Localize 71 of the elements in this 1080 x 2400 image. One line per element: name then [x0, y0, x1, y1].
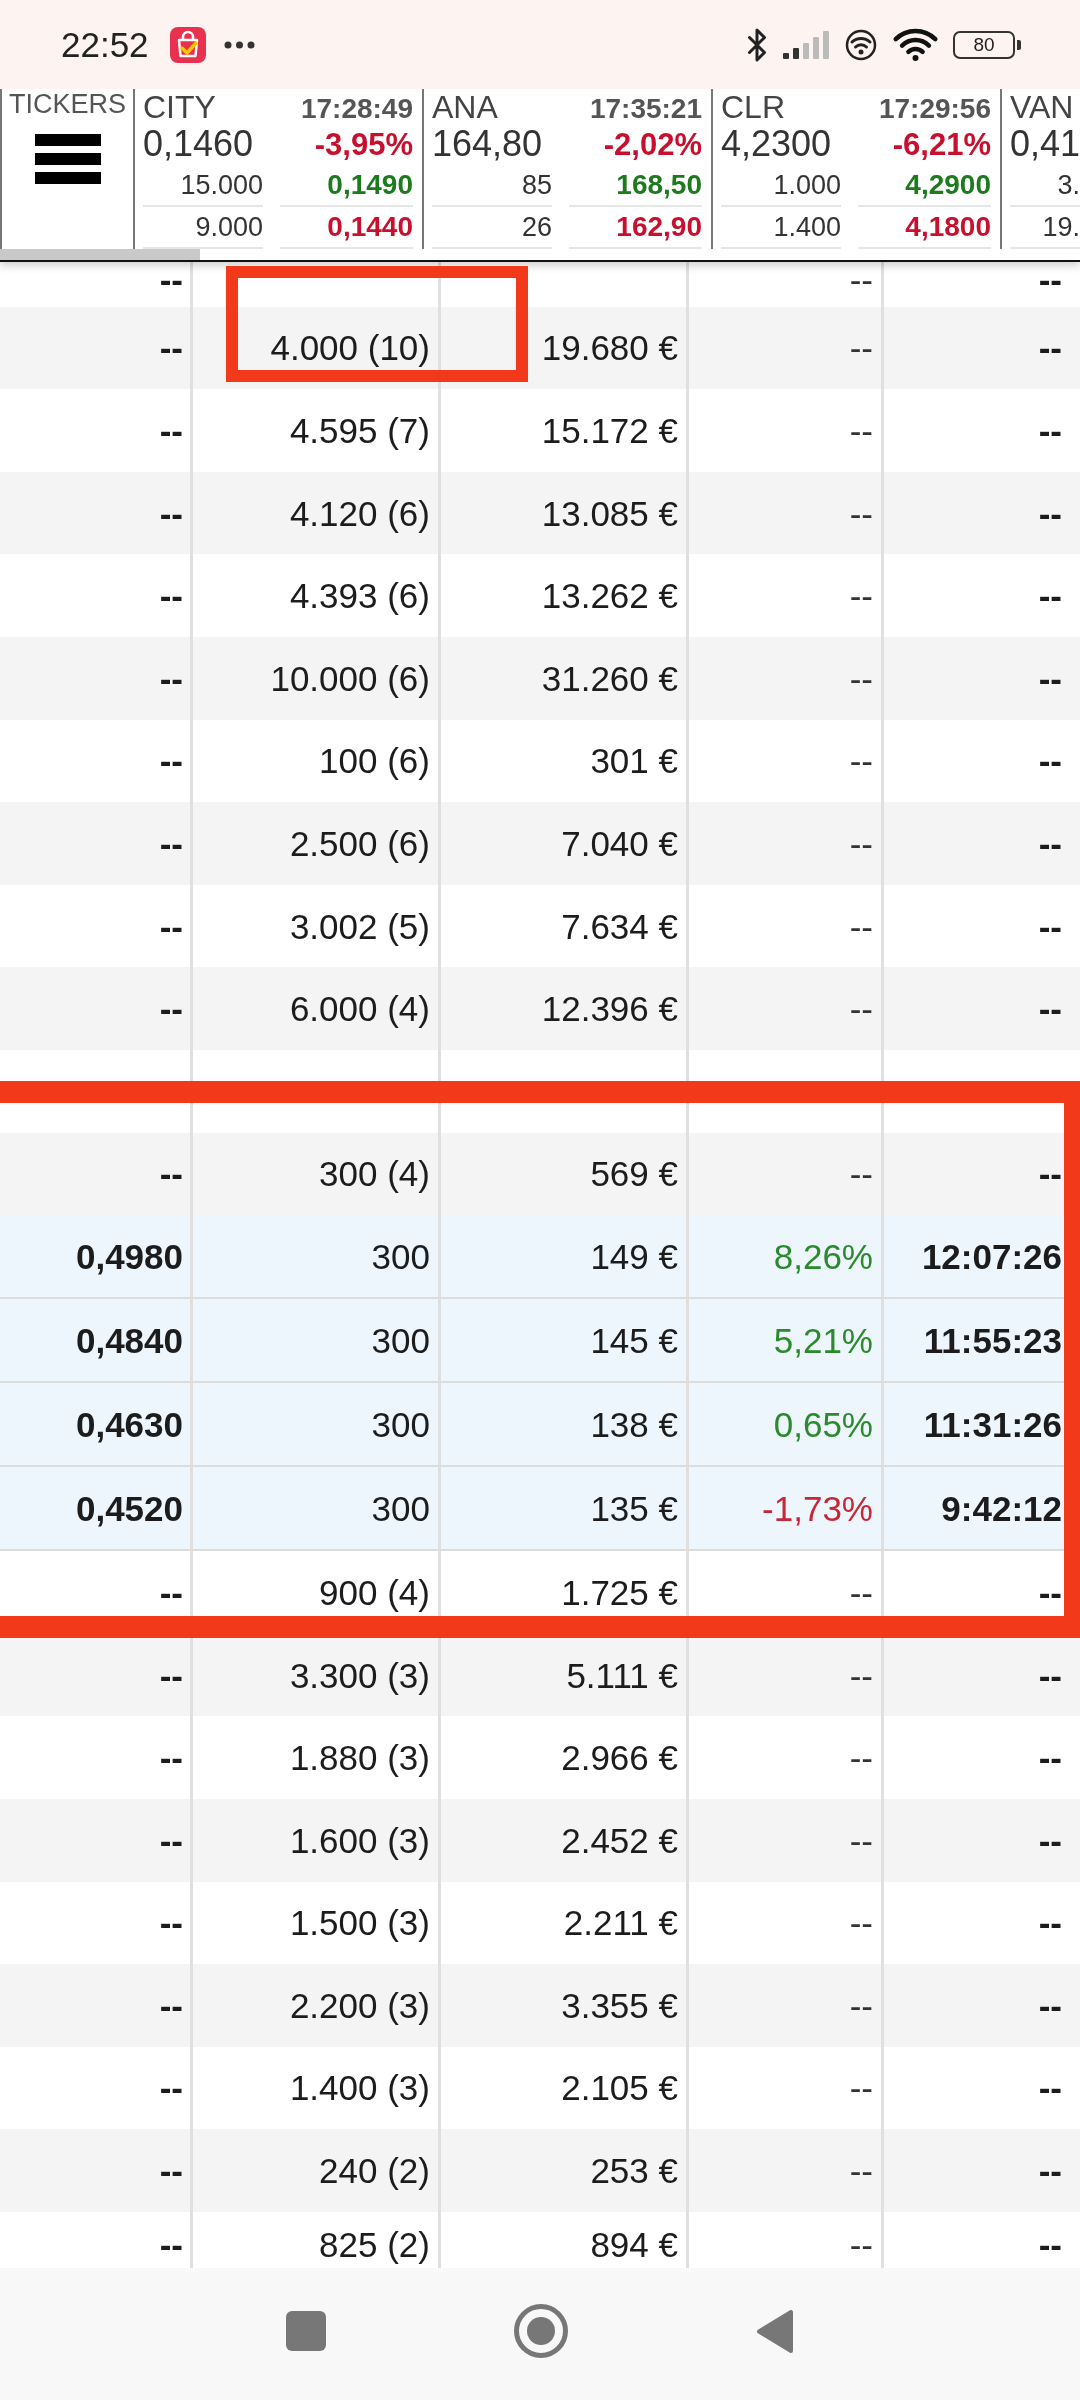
table-cell-text: --: [1037, 1571, 1063, 1614]
table-cell-text: --: [1037, 1902, 1063, 1945]
ask-size: 19.: [1010, 207, 1080, 249]
ticker-price: 164,80: [432, 126, 543, 162]
bid-size: 1.000: [721, 165, 841, 207]
table-cell-text: --: [1037, 1654, 1063, 1697]
ask-size: 1.400: [721, 207, 841, 249]
ask-price: 162,90: [569, 207, 702, 249]
ticker-price: 4,2300: [721, 126, 832, 162]
ask-price: 4,1800: [858, 207, 991, 249]
ticker-change: -2,02%: [603, 128, 702, 160]
table-cell-text: --: [1037, 740, 1063, 783]
bid-size: 85: [432, 165, 552, 207]
table-cell-text: --: [1037, 1819, 1063, 1862]
table-cell-text: 11:31:26: [922, 1403, 1063, 1446]
table-cell-text: --: [1037, 492, 1063, 535]
ticker-symbol: CITY: [143, 91, 216, 123]
table-cell-text: --: [1037, 822, 1063, 865]
table-cell-text: 9:42:12: [940, 1487, 1063, 1530]
table-cell-text: --: [1037, 2223, 1063, 2266]
ticker-card[interactable]: ANA 17:35:21 164,80 -2,02% 85 168,50 26 162,90: [422, 89, 711, 249]
circle-icon[interactable]: [514, 2304, 568, 2358]
ticker-symbol: VAN: [1010, 91, 1074, 123]
table-cell-text: --: [1037, 327, 1063, 370]
table-cell-text: --: [1037, 575, 1063, 618]
menu-icon[interactable]: [34, 134, 101, 184]
ticker-card[interactable]: CLR 17:29:56 4,2300 -6,21% 1.000 4,2900 1.400 4,1800: [711, 89, 1000, 249]
bid-price: 168,50: [569, 165, 702, 207]
ticker-change: -6,21%: [892, 128, 991, 160]
table-cell: --: [689, 1551, 884, 1634]
ticker-card[interactable]: CITY 17:28:49 0,1460 -3,95% 15.000 0,1490 9.000 0,1440: [133, 89, 422, 249]
table-cell-text: --: [1037, 657, 1063, 700]
back-icon[interactable]: [756, 2308, 794, 2354]
table-cell-text: --: [1037, 1153, 1063, 1196]
bid-size: 15.000: [143, 165, 263, 207]
table-cell-text: 12:07:26: [920, 1235, 1063, 1278]
table-cell: 900 (4): [193, 1551, 441, 1634]
ask-size: 26: [432, 207, 552, 249]
table-cell-text: --: [1037, 1984, 1063, 2027]
more-dots-icon: [223, 40, 255, 49]
ticker-time: 17:28:49: [300, 95, 413, 123]
table-cell-text: --: [1037, 1737, 1063, 1780]
ticker-change: -3,95%: [314, 128, 413, 160]
table-cell-text: --: [1037, 262, 1063, 301]
table-cell-text: --: [1037, 988, 1063, 1031]
table-cell-text: --: [1037, 410, 1063, 452]
ticker-price: 0,41: [1010, 126, 1080, 162]
battery-indicator: 80: [953, 30, 1021, 59]
table-cell-text: --: [1037, 2150, 1063, 2193]
shopping-bag-icon: [169, 26, 206, 63]
bluetooth-icon: [745, 26, 769, 63]
bid-price: 0,1490: [280, 165, 413, 207]
ticker-price: 0,1460: [143, 126, 254, 162]
table-cell: --: [0, 1551, 193, 1634]
status-time: 22:52: [61, 27, 149, 62]
ticker-card[interactable]: VAN 0,41 3. 19.: [1000, 89, 1080, 249]
hotspot-icon: [844, 28, 878, 61]
wifi-icon: [892, 26, 939, 63]
table-cell-text: --: [1037, 2067, 1063, 2110]
signal-icon: [783, 30, 830, 59]
ticker-symbol: ANA: [432, 91, 498, 123]
ticker-time: 17:29:56: [878, 95, 991, 123]
ticker-time: 17:35:21: [589, 95, 702, 123]
bid-price: 4,2900: [858, 165, 991, 207]
tickers-label: TICKERS: [9, 89, 126, 119]
bid-size: 3.: [1010, 165, 1080, 207]
table-cell-text: 11:55:23: [922, 1319, 1063, 1362]
ticker-symbol: CLR: [721, 91, 785, 123]
table-cell-text: --: [1037, 905, 1063, 948]
ask-price: 0,1440: [280, 207, 413, 249]
table-cell: 1.725 €: [441, 1551, 689, 1634]
